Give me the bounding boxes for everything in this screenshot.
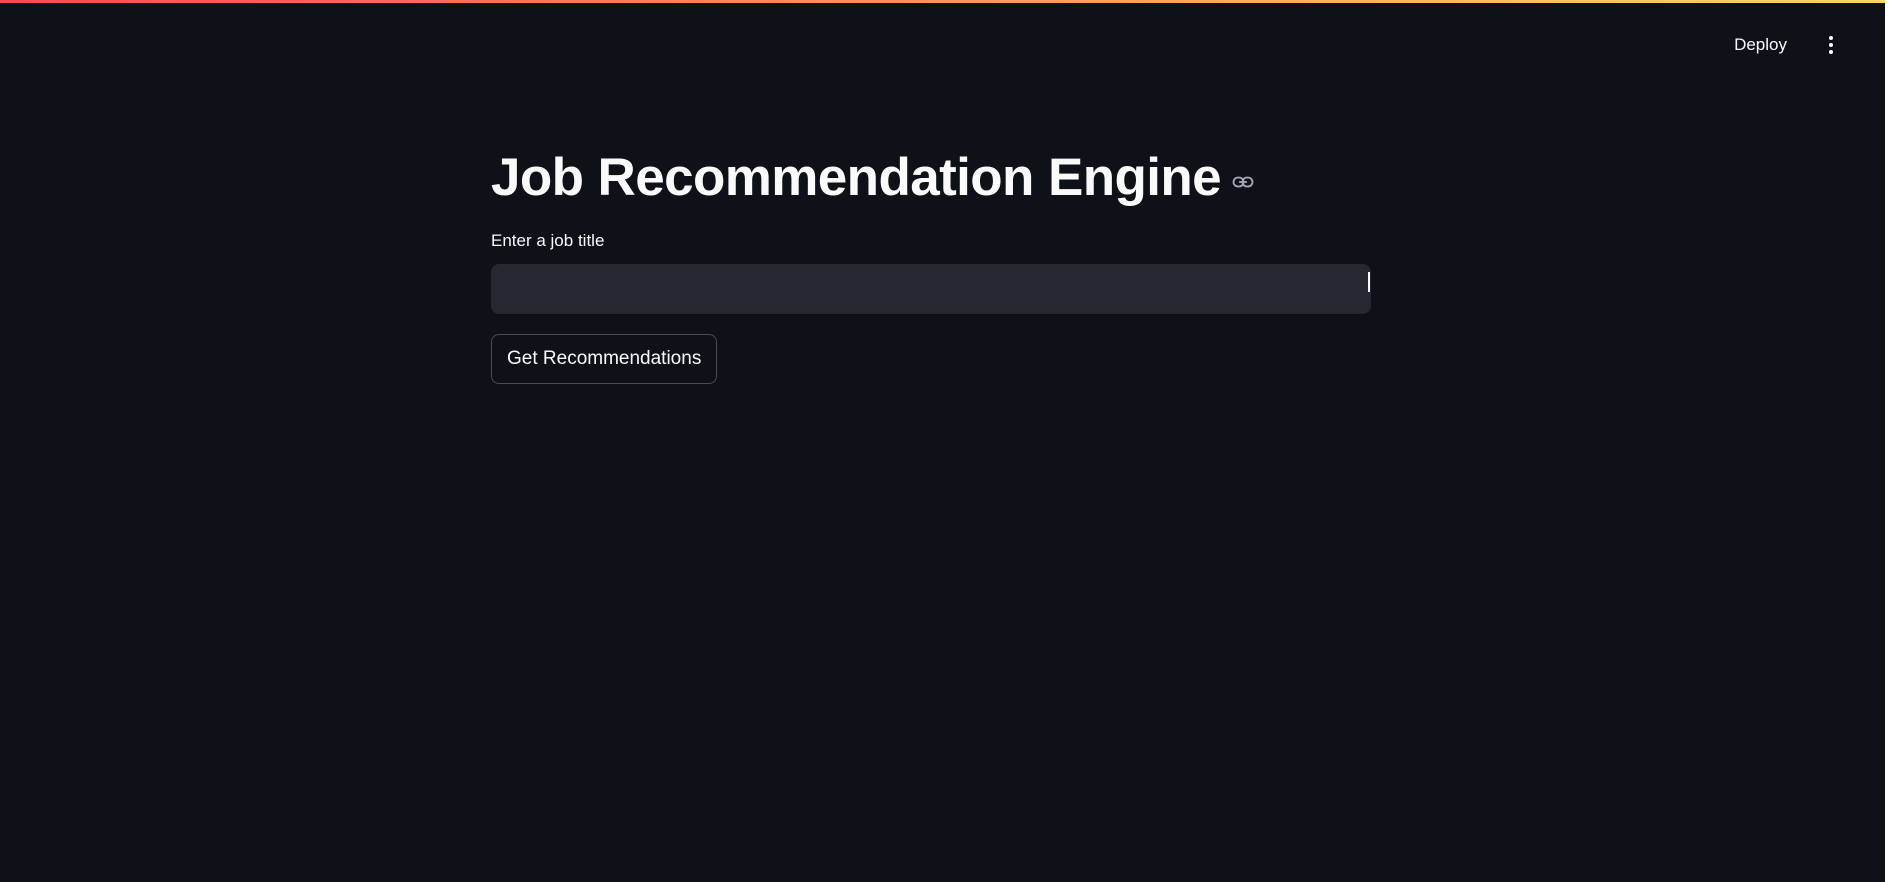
title-row: Job Recommendation Engine — [491, 145, 1371, 210]
deploy-button[interactable]: Deploy — [1726, 29, 1795, 61]
job-title-input[interactable] — [491, 264, 1371, 314]
input-caret — [1368, 272, 1370, 292]
title-anchor-link[interactable] — [1231, 170, 1255, 194]
header-actions: Deploy — [1726, 28, 1845, 62]
job-title-input-wrapper — [491, 264, 1371, 314]
link-icon — [1232, 176, 1254, 187]
job-title-label: Enter a job title — [491, 231, 605, 250]
get-recommendations-button[interactable]: Get Recommendations — [491, 334, 718, 384]
page-title: Job Recommendation Engine — [491, 148, 1222, 207]
main-content: Job Recommendation Engine Enter a job ti… — [491, 145, 1371, 384]
main-menu-button[interactable] — [1817, 28, 1845, 62]
top-accent-bar — [0, 0, 1885, 3]
window-edge — [1885, 0, 1890, 882]
app-root: Deploy Job Recommendation Engine Enter a… — [0, 0, 1885, 882]
kebab-menu-icon — [1829, 36, 1833, 54]
